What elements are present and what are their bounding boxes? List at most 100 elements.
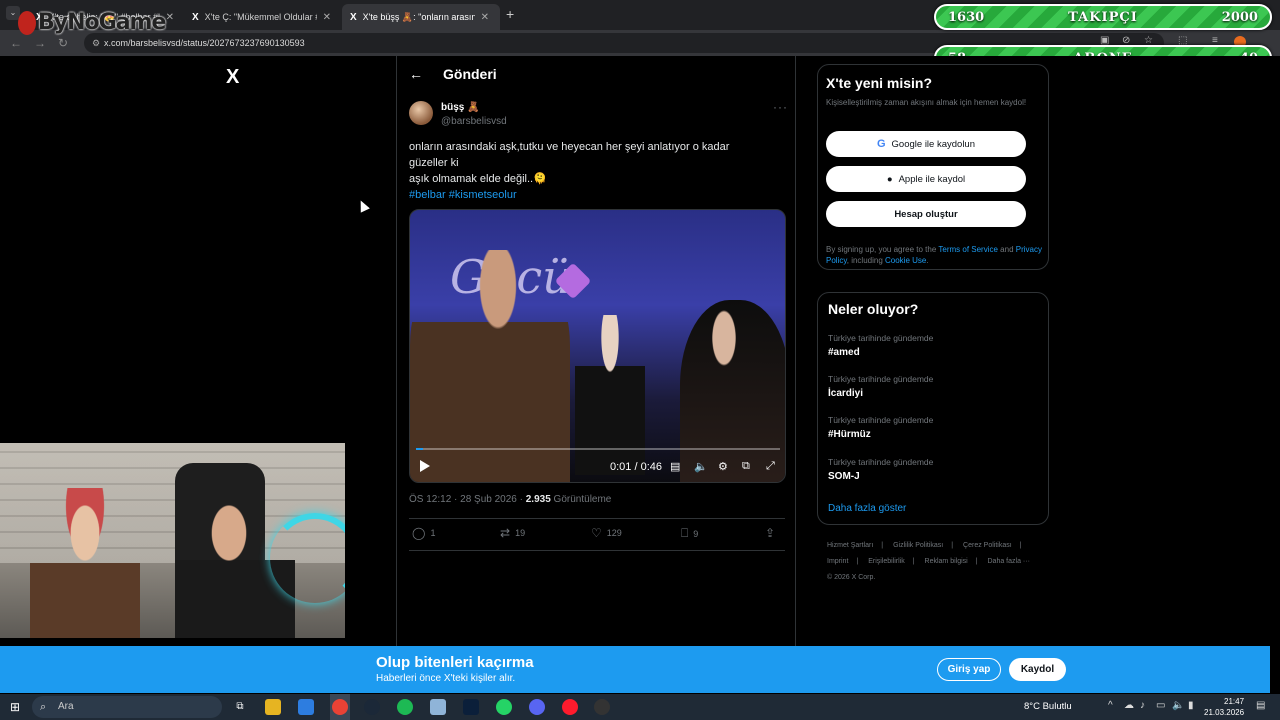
trends-card: Neler oluyor? Türkiye tarihinde gündemde… [817, 292, 1049, 525]
signup-button[interactable]: Kaydol [1009, 658, 1066, 681]
obs-icon[interactable] [594, 699, 610, 715]
search-icon: ⌕ [40, 701, 47, 713]
x-tab-icon: X [350, 11, 357, 23]
google-signup-button[interactable]: G Google ile kaydolun [826, 131, 1026, 157]
whatsapp-icon[interactable] [496, 699, 512, 715]
tab-title: X'te büşş 🧸: "onların arasındaki [362, 11, 475, 22]
fullscreen-icon[interactable]: ⤢ [766, 460, 775, 473]
cookie-link[interactable]: Cookie Use [885, 256, 926, 265]
footer-link[interactable]: Erişilebilirlik [868, 558, 905, 565]
author-handle[interactable]: @barsbelisvsd [441, 116, 507, 127]
tweet-timestamp[interactable]: ÖS 12:12 · 28 Şub 2026 · [409, 494, 526, 505]
taskbar-clock[interactable]: 21:47 21.03.2026 [1204, 696, 1244, 718]
trend-item[interactable]: Türkiye tarihinde gündemde İcardiyi [828, 374, 933, 399]
view-count: 2.935 [525, 494, 551, 505]
footer-link[interactable]: Gizlilik Politikası [893, 542, 943, 549]
divider [409, 518, 785, 519]
bookmark-count: 9 [693, 528, 699, 539]
new-tab-button[interactable]: + [506, 6, 514, 22]
tray-chevron-icon[interactable]: ^ [1108, 700, 1113, 711]
like-button[interactable]: ♡ 129 [591, 526, 622, 540]
legal-text: and [997, 245, 1016, 254]
apple-icon: ● [886, 173, 893, 185]
trend-item[interactable]: Türkiye tarihinde gündemde SOM-J [828, 457, 933, 482]
discord-icon[interactable] [529, 699, 545, 715]
forward-arrow-icon[interactable]: → [34, 36, 46, 50]
network-icon[interactable]: ▭ [1156, 700, 1165, 711]
weather-widget[interactable]: 8°C Bulutlu [1024, 701, 1072, 712]
back-button[interactable]: ← [409, 66, 423, 82]
mic-icon[interactable]: ♪ [1140, 700, 1145, 711]
video-player[interactable]: Gücü 0:01 / 0:46 ▤ 🔈 ⚙ ⧉ ⤢ [409, 209, 786, 483]
task-view-icon[interactable]: ⧉ [232, 699, 248, 715]
tweet-text-line: onların arasındaki aşk,tutku ve heyecan … [409, 141, 730, 153]
footer-link[interactable]: Daha fazla ··· [988, 558, 1030, 565]
signup-legal-text: By signing up, you agree to the Terms of… [826, 244, 1042, 266]
signup-title: X'te yeni misin? [826, 75, 933, 91]
settings-gear-icon[interactable]: ⚙ [718, 460, 728, 473]
reload-icon[interactable]: ↻ [58, 36, 68, 50]
tweet-hashtags[interactable]: #belbar #kismetseolur [409, 187, 779, 203]
play-icon[interactable] [420, 460, 430, 472]
video-controls: 0:01 / 0:46 ▤ 🔈 ⚙ ⧉ ⤢ [410, 458, 785, 480]
steam-icon[interactable] [364, 699, 380, 715]
video-progress-bar[interactable] [416, 448, 780, 450]
avatar[interactable] [409, 101, 433, 125]
volume-icon[interactable]: 🔈 [694, 460, 708, 473]
create-account-button[interactable]: Hesap oluştur [826, 201, 1026, 227]
mouse-cursor-icon [356, 198, 370, 213]
notes-app-icon[interactable] [430, 699, 446, 715]
x-tab-icon: X [192, 11, 199, 23]
repost-button[interactable]: ⇄ 19 [500, 526, 525, 540]
footer-link[interactable]: Imprint [827, 558, 848, 565]
banner-title: Olup bitenleri kaçırma [376, 654, 534, 671]
google-icon: G [876, 138, 886, 150]
tweet-text: onların arasındaki aşk,tutku ve heyecan … [409, 139, 779, 203]
video-time: 0:01 / 0:46 [610, 461, 662, 473]
terms-link[interactable]: Terms of Service [938, 245, 998, 254]
back-arrow-icon[interactable]: ← [10, 36, 22, 50]
captions-icon[interactable]: ▤ [670, 460, 680, 473]
followers-goal: 2000 [1221, 9, 1258, 25]
vpn-app-icon[interactable] [463, 699, 479, 715]
brand-mark-icon [18, 11, 36, 35]
tab-close-icon[interactable]: ✕ [481, 12, 489, 23]
google-signup-label: Google ile kaydolun [891, 138, 975, 150]
apple-signup-button[interactable]: ● Apple ile kaydol [826, 166, 1026, 192]
bookmark-button[interactable]: ⎕ 9 [681, 526, 698, 541]
footer-link[interactable]: Hizmet Şartları [827, 542, 873, 549]
signup-banner: Olup bitenleri kaçırma Haberleri önce X'… [0, 646, 1270, 693]
x-home-logo[interactable]: X [226, 66, 239, 89]
tray-cloud-icon[interactable]: ☁ [1124, 700, 1134, 711]
chrome-icon[interactable] [332, 699, 348, 715]
file-explorer-icon[interactable] [265, 699, 281, 715]
spotify-icon[interactable] [397, 699, 413, 715]
store-icon[interactable] [298, 699, 314, 715]
trend-item[interactable]: Türkiye tarihinde gündemde #Hürmüz [828, 415, 933, 440]
trend-name: İcardiyi [828, 388, 864, 399]
notifications-icon[interactable]: ▤ [1256, 700, 1265, 711]
site-info-icon[interactable]: ⚙ [92, 33, 100, 53]
pip-icon[interactable]: ⧉ [742, 460, 750, 473]
footer-link[interactable]: Çerez Politikası [963, 542, 1012, 549]
author-display-name[interactable]: büşş 🧸 [441, 102, 480, 113]
browser-tab-2[interactable]: X X'te Ç: "Mükemmel Oldular #be ✕ [184, 4, 340, 30]
share-button[interactable]: ⇪ [765, 526, 775, 540]
more-options-icon[interactable]: ··· [773, 100, 788, 114]
volume-tray-icon[interactable]: 🔈 [1172, 700, 1184, 711]
show-more-link[interactable]: Daha fazla göster [828, 503, 906, 514]
tab-close-icon[interactable]: ✕ [323, 12, 331, 23]
login-button[interactable]: Giriş yap [937, 658, 1001, 681]
footer-link[interactable]: Reklam bilgisi [925, 558, 968, 565]
trend-item[interactable]: Türkiye tarihinde gündemde #amed [828, 333, 933, 358]
battery-icon[interactable]: ▮ [1188, 700, 1194, 711]
reply-button[interactable]: ◯ 1 [412, 526, 435, 540]
video-figure-woman [680, 300, 785, 482]
taskbar-search[interactable]: ⌕ Ara [32, 696, 222, 718]
tab-close-icon[interactable]: ✕ [166, 12, 174, 23]
search-placeholder: Ara [58, 701, 74, 712]
opera-icon[interactable] [562, 699, 578, 715]
browser-tab-3-active[interactable]: X X'te büşş 🧸: "onların arasındaki ✕ [342, 4, 500, 30]
trend-category: Türkiye tarihinde gündemde [828, 457, 934, 467]
windows-start-icon[interactable]: ⊞ [10, 700, 20, 714]
